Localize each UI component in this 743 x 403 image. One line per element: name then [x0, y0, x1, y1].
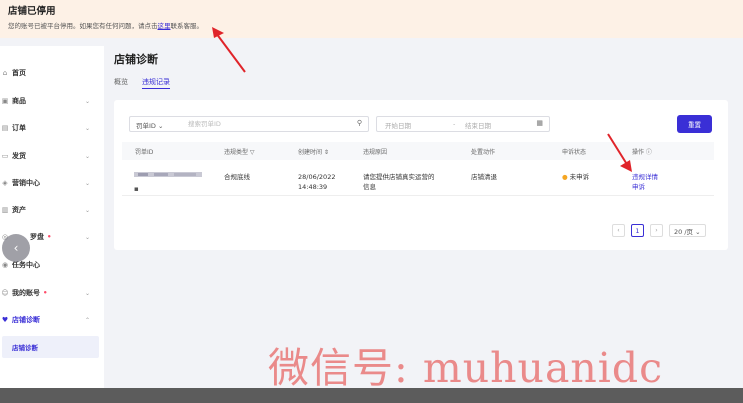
watermark-text: 微信号: muhuanidc [268, 344, 664, 392]
bottom-bar [0, 388, 743, 403]
arrow-to-details-link [607, 133, 632, 172]
arrow-to-support-link [212, 27, 246, 73]
